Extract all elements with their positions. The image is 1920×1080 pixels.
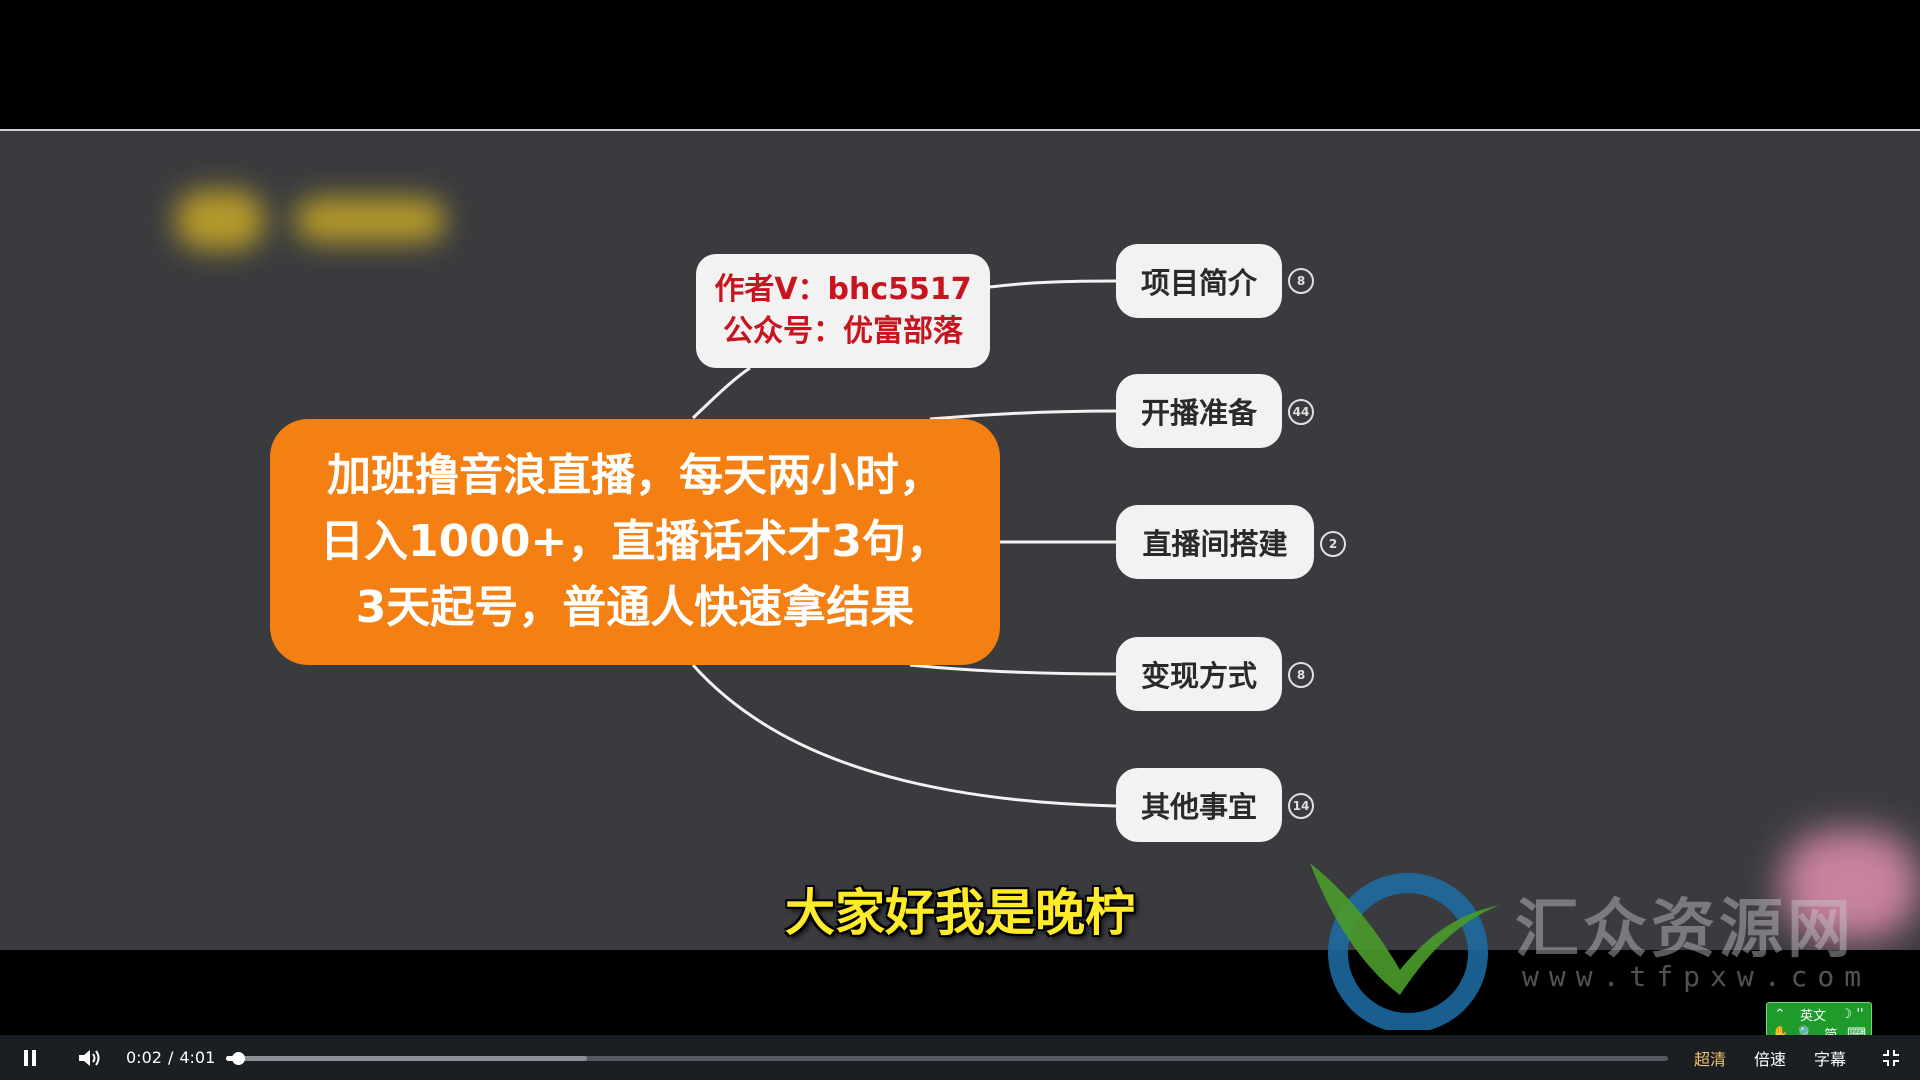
branch-node-project-intro: 项目简介: [1116, 244, 1282, 318]
author-info-box: 作者V：bhc5517 公众号：优富部落: [696, 254, 990, 368]
quality-button[interactable]: 超清: [1694, 1035, 1726, 1080]
watermark-logo-icon: [1310, 863, 1500, 1030]
exit-fullscreen-button[interactable]: [1876, 1035, 1906, 1080]
branch-label: 变现方式: [1140, 659, 1257, 693]
ime-arrow-icon[interactable]: ⌃: [1774, 1007, 1785, 1022]
main-topic-line-1: 加班撸音浪直播，每天两小时，: [327, 450, 943, 501]
connector-branch-5: [691, 664, 1117, 808]
pause-icon: [24, 1049, 36, 1066]
branch-node-other-matters: 其他事宜: [1116, 768, 1282, 842]
branch-node-monetization: 变现方式: [1116, 637, 1282, 711]
branch-label: 开播准备: [1140, 396, 1257, 430]
connector-branch-2: [929, 409, 1117, 421]
branch-label: 其他事宜: [1140, 790, 1257, 824]
main-topic-line-3: 3天起号，普通人快速拿结果: [355, 582, 915, 633]
branch-count-badge: 2: [1320, 531, 1346, 557]
progress-handle[interactable]: [231, 1052, 245, 1065]
video-subtitle: 大家好我是晚柠: [785, 884, 1135, 942]
connector-branch-1: [989, 279, 1117, 289]
ime-punct-icon[interactable]: ☽ '': [1841, 1007, 1864, 1022]
branch-count-badge: 44: [1288, 399, 1314, 425]
progress-bar[interactable]: [226, 1052, 1668, 1065]
branch-count-badge: 8: [1288, 662, 1314, 688]
exit-fullscreen-icon: [1883, 1049, 1899, 1066]
branch-count-badge: 14: [1288, 793, 1314, 819]
author-wechat: 作者V：bhc5517: [714, 272, 972, 307]
pause-button[interactable]: [14, 1035, 46, 1080]
author-official-account: 公众号：优富部落: [723, 314, 963, 349]
speed-button[interactable]: 倍速: [1754, 1035, 1786, 1080]
time-display: 0:02 / 4:01: [126, 1035, 221, 1080]
connector-author: [691, 366, 751, 420]
branch-node-studio-setup: 直播间搭建: [1116, 505, 1314, 579]
volume-button[interactable]: [74, 1035, 106, 1080]
watermark-site-name: 汇众资源网: [1515, 893, 1855, 967]
watermark-url: www.tfpxw.com: [1522, 960, 1872, 993]
duration: 4:01: [179, 1048, 216, 1067]
volume-icon: [79, 1049, 100, 1066]
connector-branch-4: [909, 663, 1117, 676]
branch-label: 项目简介: [1140, 266, 1257, 300]
main-topic-line-2: 日入1000+，直播话术才3句，: [320, 516, 950, 567]
time-separator: /: [167, 1048, 174, 1067]
ime-mode[interactable]: 英文: [1800, 1005, 1826, 1024]
current-time: 0:02: [126, 1048, 162, 1067]
branch-node-stream-prep: 开播准备: [1116, 374, 1282, 448]
branch-label: 直播间搭建: [1142, 527, 1288, 561]
subtitle-button[interactable]: 字幕: [1814, 1035, 1846, 1080]
progress-buffered: [226, 1056, 587, 1061]
branch-count-badge: 8: [1288, 268, 1314, 294]
main-topic-node: 加班撸音浪直播，每天两小时， 日入1000+，直播话术才3句， 3天起号，普通人…: [270, 419, 1000, 665]
